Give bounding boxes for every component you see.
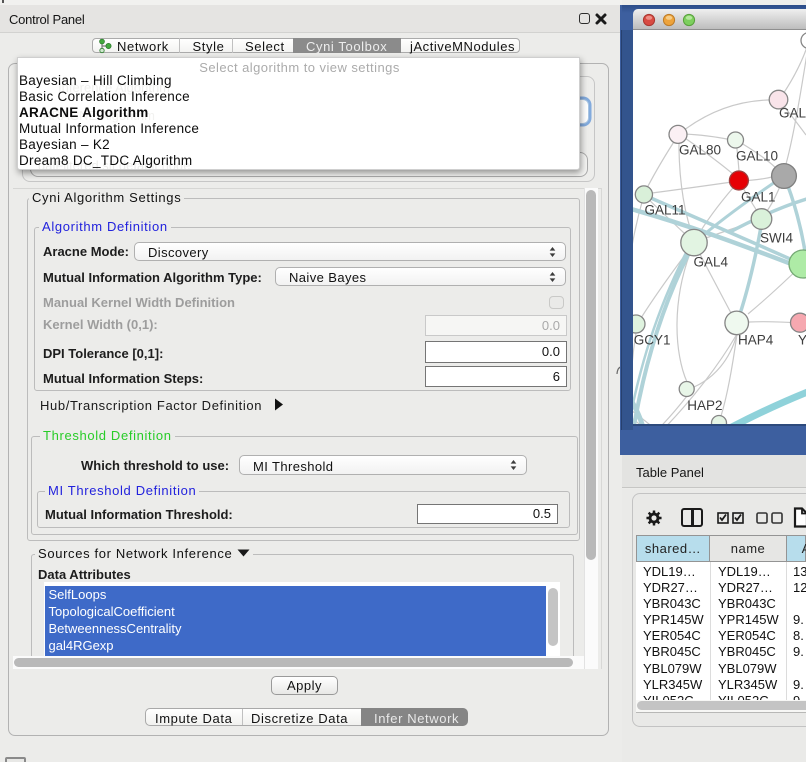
svg-text:GAL1: GAL1 bbox=[741, 190, 776, 205]
svg-text:SWI4: SWI4 bbox=[760, 231, 793, 246]
svg-text:Y: Y bbox=[798, 333, 806, 348]
svg-text:GAL80: GAL80 bbox=[679, 143, 721, 158]
svg-text:GAL10: GAL10 bbox=[736, 149, 778, 164]
svg-text:GAL7: GAL7 bbox=[779, 106, 806, 121]
svg-text:HAP2: HAP2 bbox=[687, 398, 722, 413]
svg-text:HAP4: HAP4 bbox=[738, 333, 774, 348]
svg-text:GAL4: GAL4 bbox=[694, 255, 729, 270]
svg-text:GCY1: GCY1 bbox=[634, 333, 671, 348]
svg-text:GAL11: GAL11 bbox=[645, 203, 686, 218]
